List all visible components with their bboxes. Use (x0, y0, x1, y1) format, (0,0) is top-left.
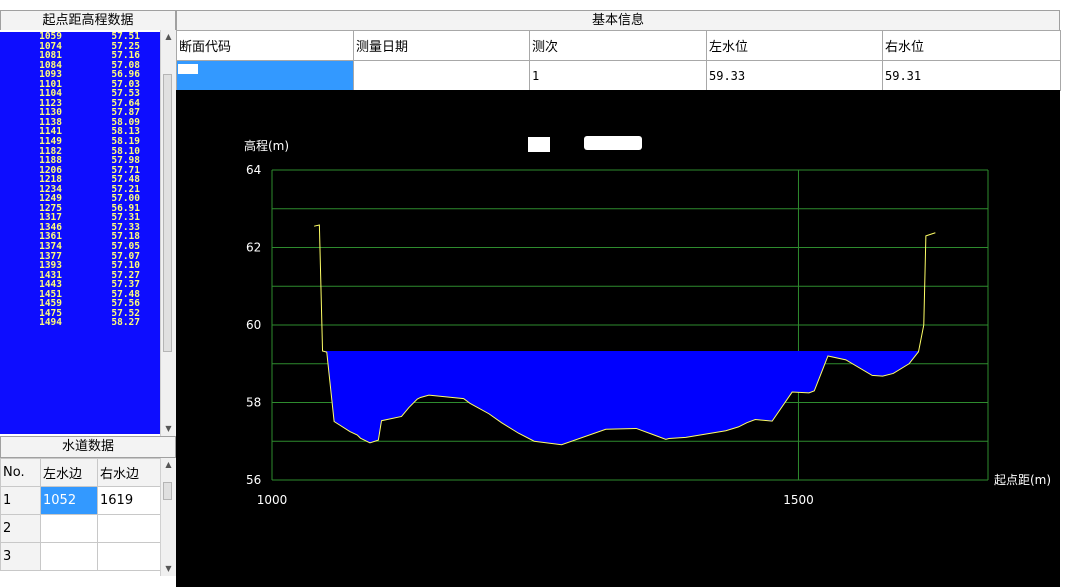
measure-count-cell[interactable]: 1 (529, 60, 707, 91)
waterline-scrollbar[interactable]: ▲ ▼ (160, 458, 176, 576)
elevation-distance: 1494 (39, 317, 62, 329)
y-tick-label: 62 (246, 241, 261, 255)
waterline-left-cell[interactable] (40, 542, 98, 571)
header-measure-date: 测量日期 (353, 30, 530, 61)
y-tick-label: 60 (246, 318, 261, 332)
header-right-level: 右水位 (882, 30, 1061, 61)
scroll-thumb[interactable] (163, 482, 172, 500)
y-axis-label: 高程(m) (244, 138, 289, 153)
waterline-row-no: 1 (0, 486, 41, 515)
redaction-mark (584, 136, 642, 150)
info-title: 基本信息 (176, 10, 1060, 31)
x-tick-label: 1000 (257, 493, 288, 507)
water-area (322, 350, 919, 445)
y-tick-label: 58 (246, 396, 261, 410)
waterline-header-right: 右水边 (97, 458, 161, 487)
elevation-row[interactable]: 1494 58.27 (0, 318, 160, 328)
scroll-up-icon[interactable]: ▲ (161, 458, 176, 472)
right-level-cell[interactable]: 59.31 (882, 60, 1061, 91)
waterline-table: No. 左水边 右水边 1 1052 1619 2 3 (0, 458, 161, 571)
waterline-left-cell[interactable] (40, 514, 98, 543)
info-table: 断面代码 测量日期 测次 左水位 右水位 1 59.33 59.31 (176, 30, 1061, 91)
waterline-title: 水道数据 (0, 436, 176, 458)
elevation-scrollbar[interactable]: ▲ ▼ (160, 30, 176, 436)
y-tick-label: 64 (246, 163, 261, 177)
cross-section-chart: 64 62 60 58 56 1000 1500 高程(m) 起点距(m) (176, 90, 1060, 587)
x-axis-label: 起点距(m) (994, 473, 1051, 487)
header-left-level: 左水位 (706, 30, 883, 61)
waterline-header-no: No. (0, 458, 41, 487)
waterline-right-cell[interactable] (97, 514, 161, 543)
scroll-down-icon[interactable]: ▼ (161, 422, 176, 436)
scroll-up-icon[interactable]: ▲ (161, 30, 176, 44)
chart-svg: 64 62 60 58 56 1000 1500 高程(m) 起点距(m) (244, 138, 1051, 507)
waterline-right-cell[interactable]: 1619 (97, 486, 161, 515)
elevation-panel: 1059 57.51 1074 57.25 1081 57.16 1084 57.08 1093… (0, 30, 176, 436)
header-section-code: 断面代码 (176, 30, 354, 61)
left-level-cell[interactable]: 59.33 (706, 60, 883, 91)
waterline-right-cell[interactable] (97, 542, 161, 571)
waterline-left-cell[interactable]: 1052 (40, 486, 98, 515)
elevation-value: 58.27 (111, 317, 140, 329)
waterline-row-no: 2 (0, 514, 41, 543)
waterline-header-left: 左水边 (40, 458, 98, 487)
section-code-cell[interactable] (176, 60, 354, 91)
elevation-list[interactable]: 1059 57.51 1074 57.25 1081 57.16 1084 57.08 1093… (0, 32, 160, 434)
elevation-panel-title: 起点距高程数据 (0, 10, 176, 31)
redaction-mark (178, 64, 198, 74)
header-measure-count: 测次 (529, 30, 707, 61)
measure-date-cell[interactable] (353, 60, 530, 91)
scroll-thumb[interactable] (163, 74, 172, 352)
scroll-down-icon[interactable]: ▼ (161, 562, 176, 576)
redaction-mark (528, 137, 550, 152)
waterline-row-no: 3 (0, 542, 41, 571)
y-tick-label: 56 (246, 473, 261, 487)
x-tick-label: 1500 (783, 493, 814, 507)
